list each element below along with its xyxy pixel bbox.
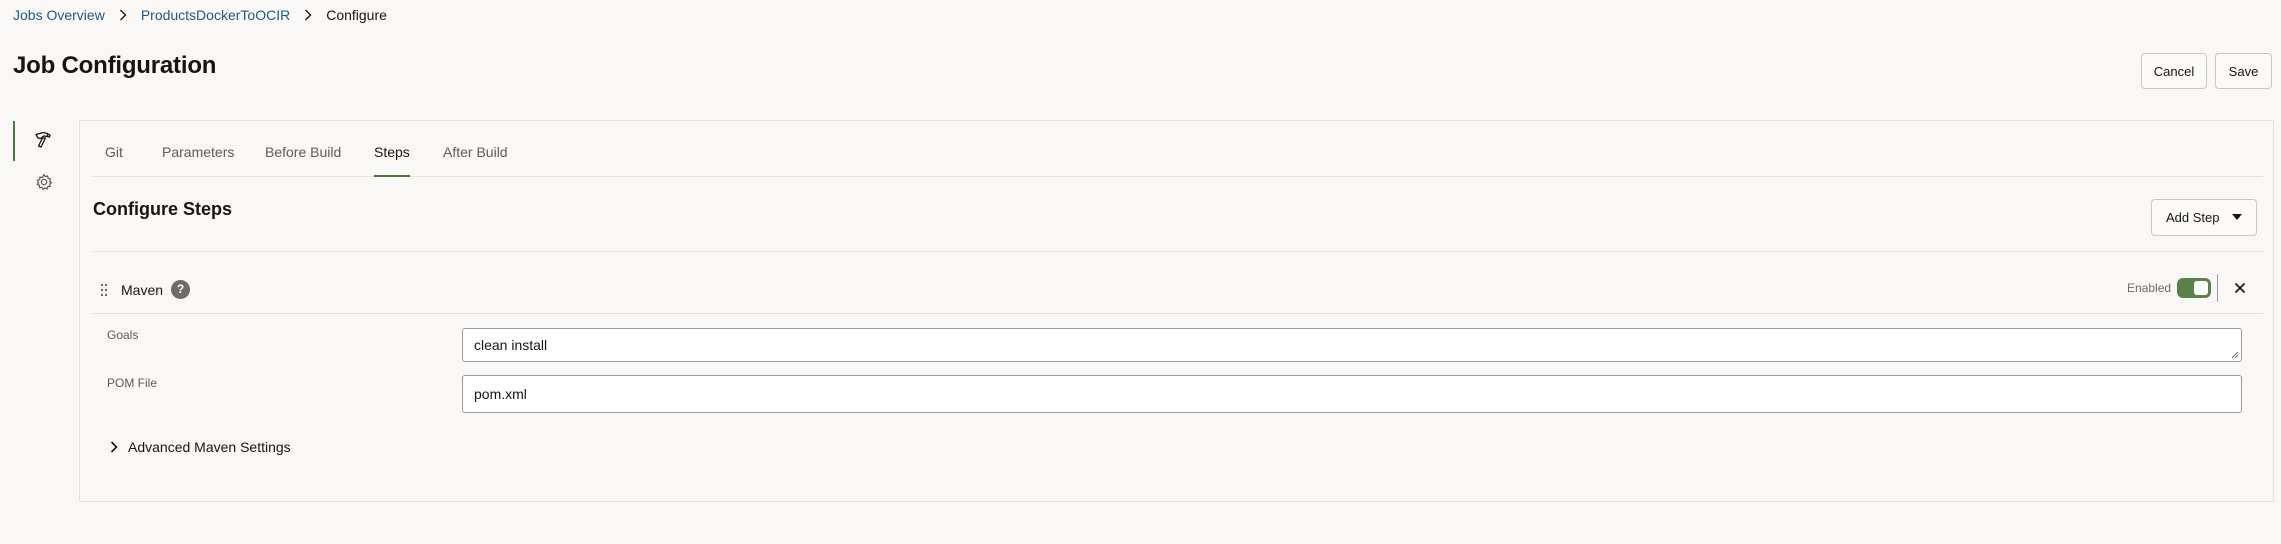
step-name: Maven xyxy=(121,282,164,298)
tab-before-build[interactable]: Before Build xyxy=(265,144,341,174)
save-button[interactable]: Save xyxy=(2215,53,2272,89)
tab-parameters[interactable]: Parameters xyxy=(162,144,234,174)
section-title: Configure Steps xyxy=(93,199,233,219)
divider-vertical xyxy=(2217,274,2218,302)
chevron-right-icon xyxy=(305,9,312,21)
chevron-right-icon xyxy=(110,441,118,453)
add-step-label: Add Step xyxy=(2166,210,2220,225)
page-title: Job Configuration xyxy=(13,52,217,79)
pom-file-label: POM File xyxy=(107,376,158,390)
divider xyxy=(93,313,2263,314)
hammer-icon[interactable] xyxy=(33,130,53,150)
toggle-knob xyxy=(2194,281,2208,295)
tab-steps[interactable]: Steps xyxy=(374,144,410,177)
breadcrumb-current: Configure xyxy=(326,7,387,23)
gear-icon[interactable] xyxy=(34,172,54,192)
goals-field[interactable]: clean install xyxy=(462,328,2242,362)
help-icon[interactable]: ? xyxy=(171,280,190,299)
divider xyxy=(93,251,2263,252)
breadcrumb-job-link[interactable]: ProductsDockerToOCIR xyxy=(141,7,290,23)
tab-after-build[interactable]: After Build xyxy=(443,144,508,174)
goals-label: Goals xyxy=(107,328,139,342)
enabled-label: Enabled xyxy=(2127,281,2172,295)
breadcrumb-jobs-overview-link[interactable]: Jobs Overview xyxy=(13,7,105,23)
goals-value: clean install xyxy=(474,337,548,353)
tab-git[interactable]: Git xyxy=(105,144,123,174)
add-step-button[interactable]: Add Step xyxy=(2151,199,2257,236)
pom-file-field[interactable]: pom.xml xyxy=(462,375,2242,413)
advanced-maven-settings-toggle[interactable]: Advanced Maven Settings xyxy=(108,437,291,457)
rail-active-indicator xyxy=(13,121,15,161)
chevron-right-icon xyxy=(119,9,127,21)
advanced-maven-settings-label: Advanced Maven Settings xyxy=(128,439,291,455)
drag-handle-icon[interactable] xyxy=(99,282,109,298)
job-config-panel xyxy=(79,120,2274,502)
config-tabs: Git Parameters Before Build Steps After … xyxy=(93,134,2263,177)
close-icon[interactable] xyxy=(2232,280,2248,296)
resize-grip-icon[interactable] xyxy=(2231,351,2239,359)
cancel-button[interactable]: Cancel xyxy=(2141,53,2207,89)
enabled-toggle[interactable] xyxy=(2177,278,2211,298)
caret-down-icon xyxy=(2232,214,2242,220)
pom-file-value: pom.xml xyxy=(474,386,527,402)
breadcrumb: Jobs Overview ProductsDockerToOCIR Confi… xyxy=(13,5,387,25)
